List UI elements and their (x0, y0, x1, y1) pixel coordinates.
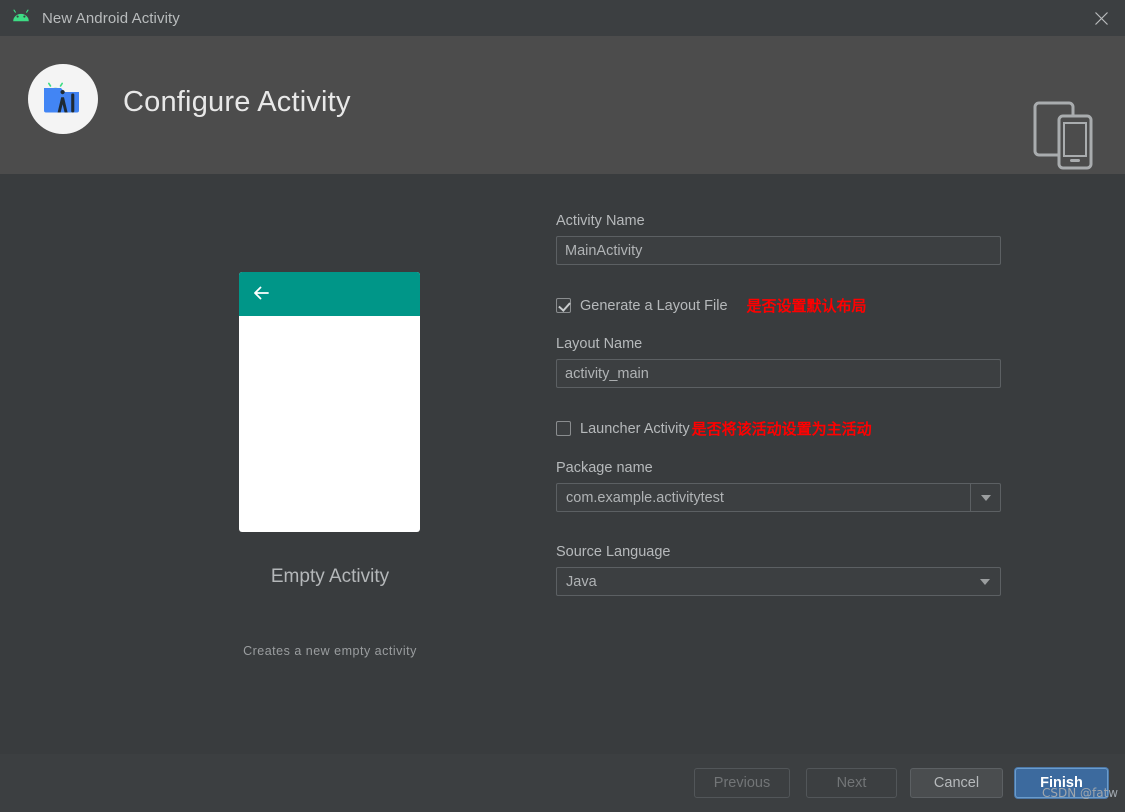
android-studio-activity-icon (28, 64, 98, 134)
android-head-icon (10, 7, 32, 29)
template-name: Empty Activity (270, 566, 390, 587)
window-titlebar: New Android Activity (0, 0, 1125, 36)
activity-name-label: Activity Name (556, 213, 645, 229)
launcher-activity-checkbox[interactable]: Launcher Activity (556, 421, 690, 437)
dialog-body: Empty Activity Creates a new empty activ… (0, 174, 1125, 754)
checkbox-box-unchecked (556, 421, 571, 436)
package-name-value: com.example.activitytest (566, 489, 724, 506)
source-language-label: Source Language (556, 544, 671, 560)
layout-name-input[interactable] (556, 359, 1001, 388)
window-title: New Android Activity (42, 9, 180, 27)
launcher-activity-row: Launcher Activity 是否将该活动设置为主活动 (556, 418, 872, 439)
template-description: Creates a new empty activity (243, 644, 417, 658)
new-android-activity-dialog: New Android Activity Configure Activity … (0, 0, 1125, 812)
generate-layout-annotation: 是否设置默认布局 (746, 297, 867, 315)
package-name-combobox[interactable]: com.example.activitytest (556, 483, 1001, 512)
checkbox-box-checked (556, 298, 571, 313)
source-language-dropdown[interactable]: Java (556, 567, 1001, 596)
generate-layout-row: Generate a Layout File 是否设置默认布局 (556, 295, 867, 316)
cancel-button[interactable]: Cancel (910, 768, 1003, 798)
layout-name-field-group: Layout Name (556, 336, 1001, 388)
dialog-footer: Previous Next Cancel Finish (0, 754, 1125, 812)
generate-layout-checkbox[interactable]: Generate a Layout File (556, 298, 728, 314)
activity-name-input[interactable] (556, 236, 1001, 265)
package-name-field-group: Package name com.example.activitytest (556, 460, 1001, 512)
template-preview: Empty Activity Creates a new empty activ… (160, 174, 500, 694)
tablet-and-phone-icon (1033, 98, 1095, 172)
wizard-header: Configure Activity (0, 36, 1125, 174)
package-name-label: Package name (556, 460, 653, 476)
page-title: Configure Activity (123, 86, 351, 118)
chevron-down-icon[interactable] (970, 568, 1000, 595)
activity-preview-thumbnail (239, 272, 420, 532)
close-button[interactable] (1077, 0, 1125, 36)
preview-appbar (239, 272, 420, 316)
source-language-value: Java (566, 573, 597, 590)
launcher-activity-label: Launcher Activity (580, 420, 690, 437)
source-language-field-group: Source Language Java (556, 544, 1001, 596)
chevron-down-icon[interactable] (970, 484, 1000, 511)
next-button[interactable]: Next (806, 768, 897, 798)
activity-name-field-group: Activity Name (556, 213, 1001, 265)
close-icon (1094, 11, 1109, 26)
watermark: CSDN @fatw (1042, 786, 1119, 800)
launcher-activity-annotation: 是否将该活动设置为主活动 (691, 420, 872, 438)
previous-button[interactable]: Previous (694, 768, 790, 798)
layout-name-label: Layout Name (556, 336, 643, 352)
generate-layout-label: Generate a Layout File (580, 297, 728, 314)
